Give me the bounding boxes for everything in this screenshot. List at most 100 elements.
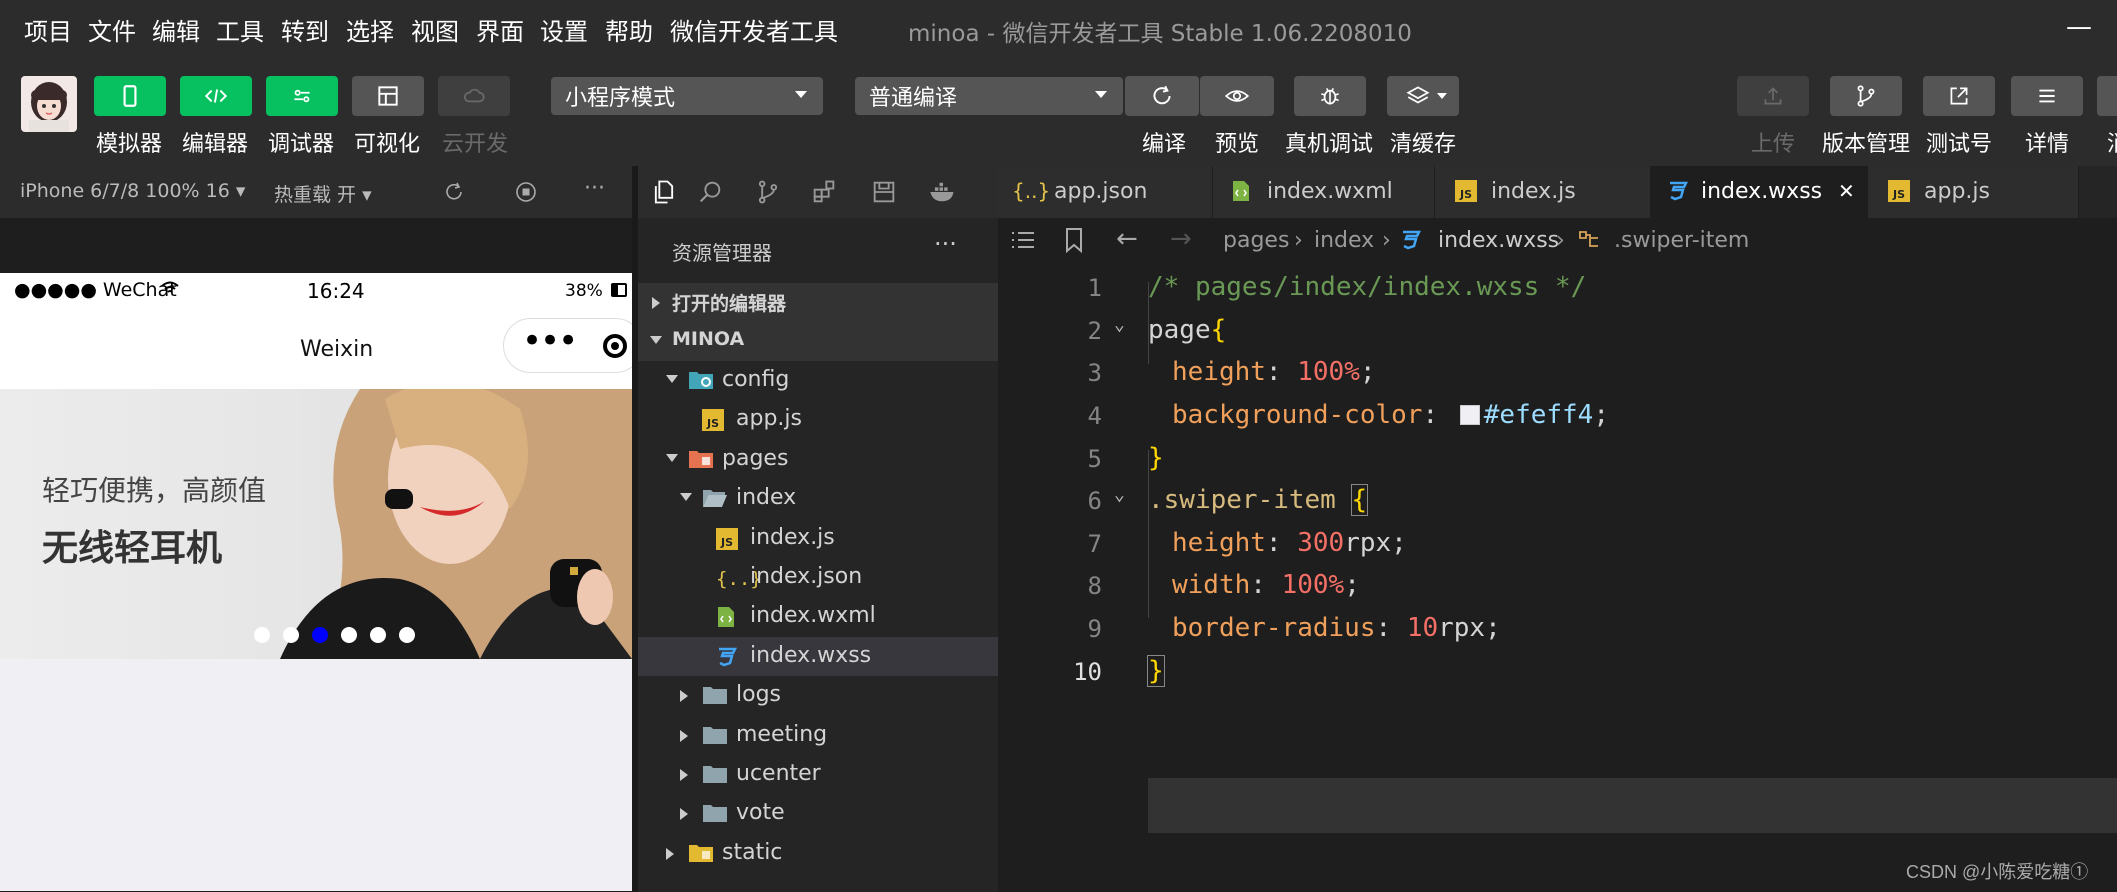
tree-item[interactable]: vote — [638, 794, 998, 833]
menu-goto[interactable]: 转到 — [281, 12, 329, 47]
compile-button[interactable] — [1125, 76, 1199, 116]
clear-cache-button[interactable] — [1387, 76, 1459, 116]
tree-item[interactable]: index.wxml — [638, 597, 998, 636]
code-editor[interactable]: 1 2 3 4 5 6 7 8 9 10 ⌄ ⌄ /* pages/index/… — [998, 262, 2117, 891]
message-button[interactable] — [2097, 76, 2117, 116]
swiper-banner[interactable]: 轻巧便携，高颜值 无线轻耳机 — [0, 389, 632, 659]
docker-icon[interactable] — [928, 178, 958, 206]
breadcrumb-symbol[interactable]: .swiper-item — [1614, 228, 1749, 253]
menu-settings[interactable]: 设置 — [540, 12, 588, 47]
rotate-icon[interactable] — [442, 180, 466, 204]
hot-reload-select[interactable]: 热重载 开 ▾ — [274, 180, 372, 207]
files-icon[interactable] — [650, 178, 678, 206]
swiper-dot[interactable] — [399, 627, 415, 643]
swiper-dot[interactable] — [370, 627, 386, 643]
swiper-dot[interactable] — [283, 627, 299, 643]
tab-index-wxss[interactable]: index.wxss ✕ — [1651, 166, 1868, 218]
tab-index-wxml[interactable]: index.wxml — [1213, 166, 1435, 218]
visual-toggle-button[interactable] — [352, 76, 424, 116]
status-time: 16:24 — [307, 279, 365, 303]
menu-devtools[interactable]: 微信开发者工具 — [670, 12, 838, 47]
wxss-file-icon — [1667, 179, 1689, 209]
swiper-dot-active[interactable] — [312, 627, 328, 643]
layers-icon — [1406, 86, 1430, 104]
mode-select[interactable]: 小程序模式 — [551, 77, 823, 115]
avatar[interactable] — [21, 76, 77, 132]
window-title: minoa - 微信开发者工具 Stable 1.06.2208010 — [908, 21, 1412, 47]
tree-item[interactable]: ucenter — [638, 755, 998, 794]
upload-button[interactable] — [1737, 76, 1809, 116]
visual-label: 可视化 — [354, 132, 421, 157]
details-button[interactable] — [2011, 76, 2083, 116]
tab-app-js[interactable]: JS app.js — [1868, 166, 2079, 218]
js-file-icon: JS — [702, 408, 726, 432]
preview-button[interactable] — [1200, 76, 1274, 116]
compile-select-value: 普通编译 — [869, 86, 958, 111]
compile-select[interactable]: 普通编译 — [855, 77, 1123, 115]
section-open-editors[interactable]: 打开的编辑器 — [638, 283, 998, 322]
tree-item[interactable]: JS app.js — [638, 400, 998, 439]
editor-toggle-button[interactable] — [180, 76, 252, 116]
test-account-button[interactable] — [1923, 76, 1995, 116]
menu-help[interactable]: 帮助 — [605, 12, 653, 47]
menu-view[interactable]: 视图 — [411, 12, 459, 47]
stop-icon[interactable] — [514, 180, 538, 204]
tree-item[interactable]: static — [638, 834, 998, 873]
breadcrumb-index[interactable]: index — [1314, 228, 1374, 253]
swiper-indicator[interactable] — [254, 627, 415, 643]
more-icon[interactable]: ··· — [584, 176, 605, 201]
color-swatch[interactable] — [1459, 405, 1480, 425]
menu-project[interactable]: 项目 — [24, 12, 72, 47]
list-icon[interactable] — [1010, 228, 1036, 252]
source-control-icon[interactable] — [754, 178, 782, 206]
explorer-more-icon[interactable]: ··· — [934, 230, 957, 258]
tree-item[interactable]: {..} index.json — [638, 558, 998, 597]
tree-item[interactable]: config — [638, 361, 998, 400]
tree-item[interactable]: pages — [638, 440, 998, 479]
menu-file[interactable]: 文件 — [88, 12, 136, 47]
simulator-toggle-button[interactable] — [94, 76, 166, 116]
menu-select[interactable]: 选择 — [346, 12, 394, 47]
tab-index-js[interactable]: JS index.js — [1435, 166, 1651, 218]
close-icon[interactable]: ✕ — [1838, 179, 1855, 203]
watermark: CSDN @小陈爱吃糖① — [1906, 862, 2089, 882]
search-icon[interactable] — [696, 178, 724, 206]
tree-item[interactable]: JS index.js — [638, 519, 998, 558]
menu-tools[interactable]: 工具 — [216, 12, 264, 47]
fold-chevron-icon[interactable]: ⌄ — [1114, 314, 1125, 335]
back-arrow-icon[interactable]: ← — [1116, 224, 1138, 254]
tree-item[interactable]: logs — [638, 676, 998, 715]
storage-icon[interactable] — [870, 178, 898, 206]
tree-item[interactable]: meeting — [638, 716, 998, 755]
extensions-icon[interactable] — [810, 178, 838, 206]
debugger-toggle-button[interactable] — [266, 76, 338, 116]
capsule-close-icon[interactable] — [603, 334, 627, 358]
version-manage-button[interactable] — [1830, 76, 1902, 116]
cloud-dev-button[interactable] — [438, 76, 510, 116]
forward-arrow-icon[interactable]: → — [1170, 224, 1192, 254]
remote-debug-button[interactable] — [1294, 76, 1366, 116]
bookmark-icon[interactable] — [1064, 227, 1084, 253]
swiper-dot[interactable] — [341, 627, 357, 643]
section-project[interactable]: MINOA — [638, 322, 998, 361]
line-number-active: 10 — [1073, 658, 1102, 686]
activity-bar — [638, 166, 998, 218]
menu-interface[interactable]: 界面 — [476, 12, 524, 47]
refresh-icon — [1153, 85, 1171, 105]
menu-edit[interactable]: 编辑 — [152, 12, 200, 47]
minimize-button[interactable]: — — [2066, 12, 2092, 42]
device-select[interactable]: iPhone 6/7/8 100% 16 ▾ — [20, 180, 245, 202]
swiper-dot[interactable] — [254, 627, 270, 643]
tree-item[interactable]: index.wxss — [638, 636, 998, 676]
eye-icon — [1224, 90, 1250, 102]
section-label: MINOA — [672, 328, 745, 350]
breadcrumb-pages[interactable]: pages — [1223, 228, 1289, 253]
capsule-more-icon[interactable]: ••• — [522, 321, 578, 361]
fold-chevron-icon[interactable]: ⌄ — [1114, 484, 1125, 505]
breadcrumb-file[interactable]: index.wxss — [1438, 228, 1559, 253]
json-file-icon: {..} — [1012, 179, 1051, 203]
cloud-icon — [463, 88, 485, 103]
tab-app-json[interactable]: {..} app.json — [998, 166, 1213, 218]
tree-item[interactable]: index — [638, 479, 998, 518]
capsule-menu[interactable]: ••• — [503, 318, 632, 373]
